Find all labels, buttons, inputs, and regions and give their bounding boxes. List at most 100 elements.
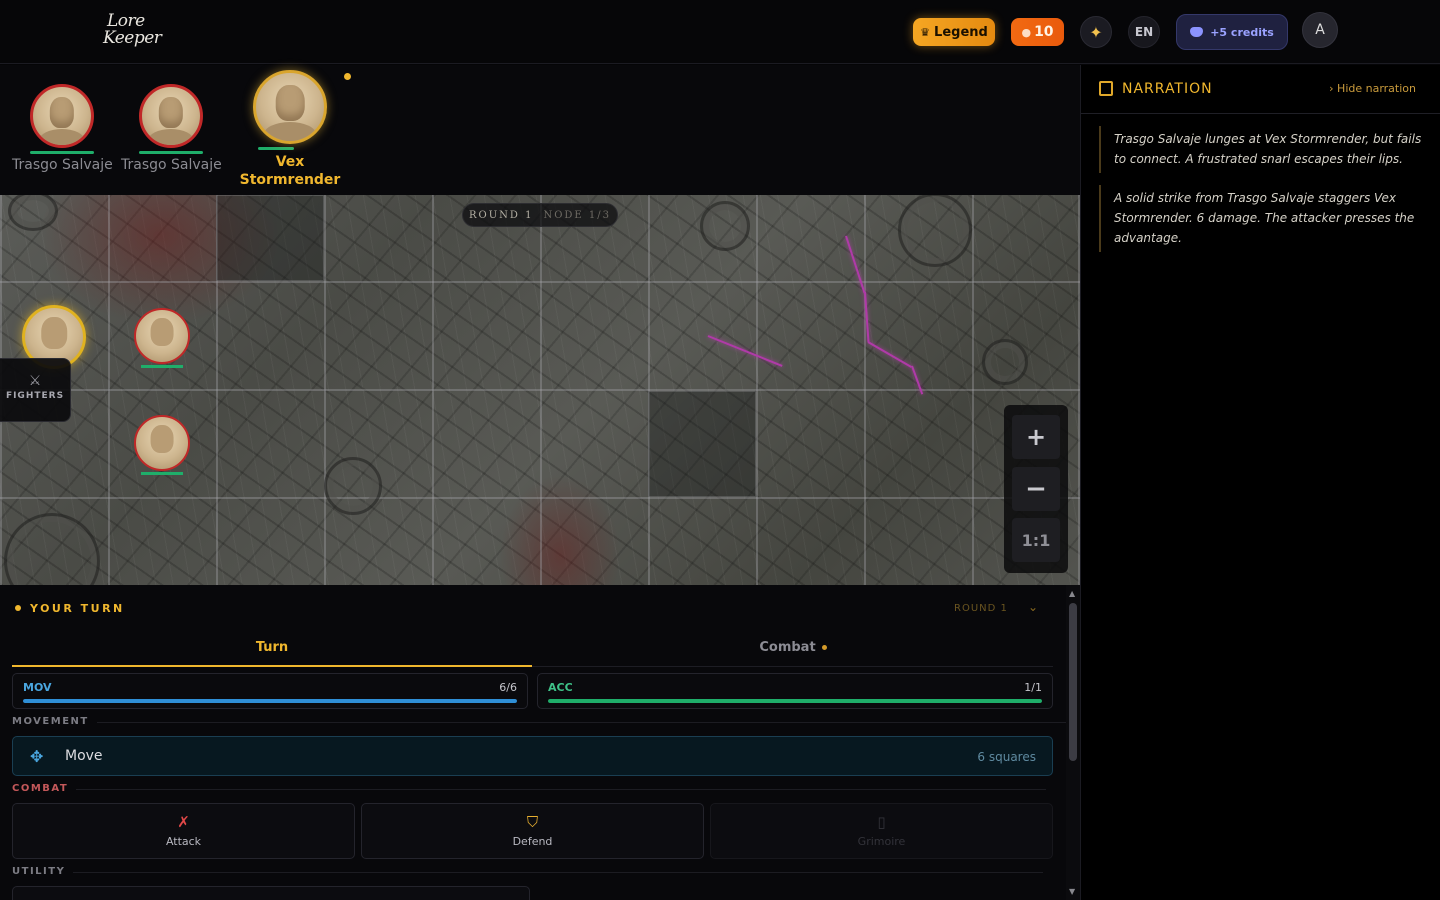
section-label-combat: COMBAT [12,783,1050,794]
narration-entry: A solid strike from Trasgo Salvaje stagg… [1099,185,1422,252]
attack-button[interactable]: ✗ Attack [12,803,355,859]
tab-turn-label: Turn [255,640,289,655]
stat-bar [548,699,1042,703]
hide-narration-button[interactable]: › Hide narration [1329,82,1416,95]
scroll-down-arrow[interactable]: ▼ [1069,887,1075,896]
map-crack [707,335,783,367]
active-turn-indicator [344,73,351,80]
round-label: ROUND 1 [468,209,534,221]
stat-value: 6/6 [499,681,517,694]
fighter-name: Vex Stormrender [239,154,341,188]
map-rune-circle [4,513,100,585]
fighter-name: Trasgo Salvaje [121,157,222,173]
map-grid-line [864,195,866,585]
defend-label: Defend [512,835,553,848]
map-token-trasgo[interactable] [134,308,190,364]
stat-name: ACC [548,681,573,694]
stat-name: MOV [23,681,52,694]
map-crack [867,341,912,368]
initiative-bar: Trasgo Salvaje Trasgo Salvaje Vex Stormr… [0,65,1080,195]
map-grid-line [648,195,650,585]
book-icon: ▯ [877,813,886,831]
zoom-controls: + − 1:1 [1004,405,1068,573]
map-token-trasgo[interactable] [134,415,190,471]
logo-line2: Keeper [103,28,162,48]
fighter-portrait [253,70,327,144]
battle-map[interactable]: ROUND 1 NODE 1/3 ⚔ FIGHTERS + − 1:1 [0,195,1080,585]
ai-sparkle-button[interactable]: ✦ [1080,16,1112,48]
narration-entry: Trasgo Salvaje lunges at Vex Stormrender… [1099,126,1422,173]
panel-round-label: ROUND 1 [954,603,1008,614]
hide-narration-label: Hide narration [1337,82,1416,95]
coins-button[interactable]: ● 10 [1011,18,1064,46]
discord-credits-button[interactable]: +5 credits [1176,14,1288,50]
sparkle-icon: ✦ [1089,22,1103,42]
map-grid-line [756,195,758,585]
map-tile-dark [216,195,324,281]
narration-panel: NARRATION › Hide narration Trasgo Salvaj… [1080,65,1440,900]
scroll-up-arrow[interactable]: ▲ [1069,589,1075,598]
map-grid-line [432,195,434,585]
map-grid-line [324,195,326,585]
language-button[interactable]: EN [1128,16,1160,48]
move-squares: 6 squares [977,750,1036,764]
attack-label: Attack [165,835,202,848]
stat-bar-fill [548,699,1042,703]
panel-scrollbar[interactable]: ▲ ▼ [1066,585,1080,900]
zoom-in-button[interactable]: + [1012,415,1060,459]
top-header: Lore Keeper ♛ Legend ● 10 ✦ EN +5 credit… [0,0,1440,64]
zoom-out-button[interactable]: − [1012,467,1060,511]
chevron-down-icon[interactable]: ⌄ [1028,600,1038,614]
round-node-indicator: ROUND 1 NODE 1/3 [462,203,618,227]
narration-title: NARRATION [1122,81,1213,97]
stat-value: 1/1 [1024,681,1042,694]
tab-notification-dot [821,645,827,650]
fighter-portrait [30,84,94,148]
tab-combat[interactable]: Combat [533,635,1053,667]
stat-mov: MOV 6/6 [12,673,528,709]
coins-icon: ● [1021,25,1032,39]
map-crack [845,235,866,294]
grimoire-button[interactable]: ▯ Grimoire [710,803,1053,859]
narration-header: NARRATION › Hide narration [1081,65,1440,114]
turn-indicator-dot [15,605,21,611]
section-label-movement: MOVEMENT [12,716,1064,727]
zoom-reset-button[interactable]: 1:1 [1012,518,1060,562]
tab-combat-label: Combat [759,640,816,655]
discord-label: +5 credits [1210,25,1274,39]
map-rune-circle [898,195,972,267]
initiative-fighter-active[interactable]: Vex Stormrender [236,70,344,189]
map-grid-line [108,195,110,585]
initiative-fighter[interactable]: Trasgo Salvaje [12,84,113,173]
tab-turn[interactable]: Turn [12,635,532,667]
map-grid-line [972,195,974,585]
map-rune-circle [982,339,1028,385]
map-grid-line [540,195,542,585]
stat-bar-fill [23,699,517,703]
lorekeeper-logo[interactable]: Lore Keeper [103,10,165,54]
defend-button[interactable]: ⛉ Defend [361,803,704,859]
fighters-tab[interactable]: ⚔ FIGHTERS [0,358,71,422]
fighter-portrait [139,84,203,148]
token-hp-bar [141,472,183,475]
fighter-name: Trasgo Salvaje [12,157,113,173]
scroll-icon [1099,81,1113,96]
token-hp-bar [141,365,183,368]
section-label-utility: UTILITY [12,866,1050,877]
utility-action-card[interactable] [12,886,530,900]
legend-button[interactable]: ♛ Legend [913,18,995,46]
user-avatar[interactable]: A [1302,12,1338,48]
coins-count: 10 [1034,24,1054,40]
crown-icon: ♛ [920,25,931,39]
fighter-hp-bar [139,151,203,154]
fighters-tab-label: FIGHTERS [5,391,65,401]
crossed-swords-icon: ⚔ [28,373,42,389]
scrollbar-thumb[interactable] [1069,603,1077,761]
legend-label: Legend [934,24,988,40]
fighter-hp-bar [30,151,94,154]
fighter-hp-bar [258,147,294,150]
move-button[interactable]: ✥ Move 6 squares [12,736,1053,776]
initiative-fighter[interactable]: Trasgo Salvaje [121,84,222,173]
discord-icon [1190,27,1204,37]
move-label: Move [65,748,103,764]
